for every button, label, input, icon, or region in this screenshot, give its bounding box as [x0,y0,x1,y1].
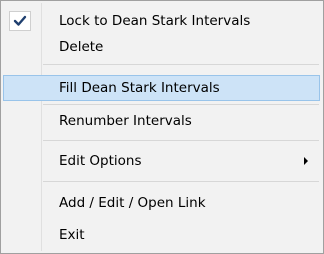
chevron-right-icon [304,157,308,165]
menu-item-label: Fill Dean Stark Intervals [59,80,220,96]
menu-item-exit[interactable]: Exit [3,222,320,248]
menu-item-renumber-intervals[interactable]: Renumber Intervals [3,108,320,134]
context-menu: Lock to Dean Stark Intervals Delete Fill… [0,0,324,254]
menu-item-label: Add / Edit / Open Link [59,195,206,211]
menu-item-fill-dean-stark-intervals[interactable]: Fill Dean Stark Intervals [3,75,320,101]
menu-separator [43,181,319,182]
menu-item-label: Lock to Dean Stark Intervals [59,13,251,29]
menu-item-lock-to-dean-stark-intervals[interactable]: Lock to Dean Stark Intervals [3,8,320,34]
checkmark-box [9,11,31,31]
menu-separator [43,64,319,65]
menu-item-delete[interactable]: Delete [3,34,320,60]
menu-item-label: Edit Options [59,153,142,169]
checkmark-icon [13,15,27,26]
menu-item-label: Renumber Intervals [59,113,192,129]
menu-separator [43,140,319,141]
menu-item-edit-options[interactable]: Edit Options [3,148,320,174]
menu-item-label: Exit [59,227,85,243]
menu-item-add-edit-open-link[interactable]: Add / Edit / Open Link [3,190,320,216]
menu-item-label: Delete [59,39,104,55]
menu-separator [43,104,319,105]
